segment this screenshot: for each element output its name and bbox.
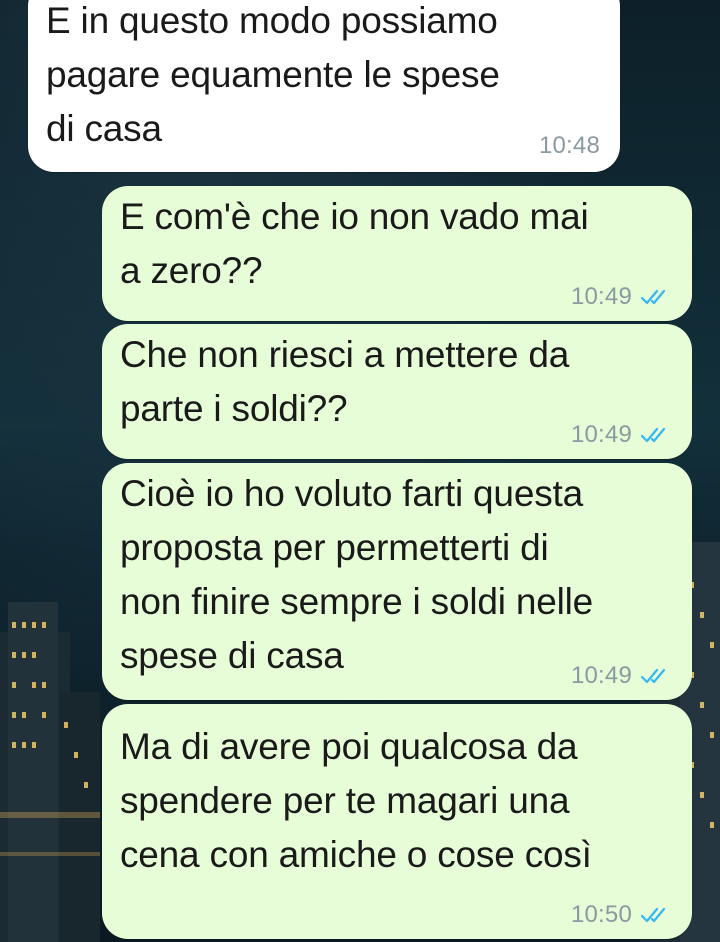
- message-text: Che non riesci a mettere da parte i sold…: [120, 334, 570, 429]
- double-check-icon: [640, 668, 666, 684]
- double-check-icon: [640, 289, 666, 305]
- message-meta: 10:50: [571, 901, 670, 929]
- message-bubble-outgoing[interactable]: Cioè io ho voluto farti questa proposta …: [102, 463, 692, 700]
- message-timestamp: 10:49: [570, 662, 632, 689]
- message-meta: 10:48: [539, 132, 600, 160]
- message-bubble-outgoing[interactable]: Che non riesci a mettere da parte i sold…: [102, 324, 692, 459]
- message-timestamp: 10:49: [570, 283, 632, 310]
- message-meta: 10:49: [571, 662, 670, 690]
- message-meta: 10:49: [571, 421, 670, 449]
- message-text: Cioè io ho voluto farti questa proposta …: [120, 473, 593, 676]
- double-check-icon: [640, 907, 666, 923]
- message-timestamp: 10:50: [570, 901, 632, 928]
- message-bubble-outgoing[interactable]: E com'è che io non vado mai a zero?? 10:…: [102, 186, 692, 321]
- double-check-icon: [640, 427, 666, 443]
- message-text: E com'è che io non vado mai a zero??: [120, 196, 589, 291]
- message-timestamp: 10:49: [570, 421, 632, 448]
- message-meta: 10:49: [571, 283, 670, 311]
- message-bubble-outgoing[interactable]: Ma di avere poi qualcosa da spendere per…: [102, 704, 692, 939]
- message-text: E in questo modo possiamo pagare equamen…: [46, 0, 500, 149]
- message-timestamp: 10:48: [538, 132, 600, 159]
- message-text: Ma di avere poi qualcosa da spendere per…: [120, 726, 592, 875]
- message-bubble-incoming[interactable]: E in questo modo possiamo pagare equamen…: [28, 0, 620, 172]
